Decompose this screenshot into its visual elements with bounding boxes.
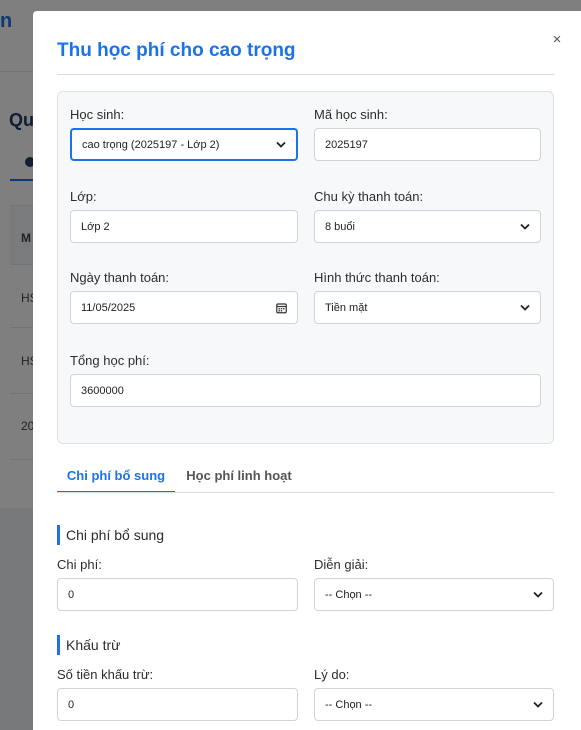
chevron-down-icon (533, 591, 543, 598)
deduction-heading: Khấu trừ (57, 635, 121, 655)
student-info-card: Học sinh: cao trọng (2025197 - Lớp 2) Mã… (57, 91, 554, 444)
payment-cycle-label: Chu kỳ thanh toán: (314, 189, 424, 204)
tabs-divider (57, 492, 554, 493)
chevron-down-icon (520, 304, 530, 311)
modal-title: Thu học phí cho cao trọng (57, 40, 296, 61)
payment-date-value: 11/05/2025 (81, 301, 136, 314)
class-label: Lớp: (70, 189, 97, 204)
calendar-icon[interactable] (276, 302, 287, 313)
reason-value: -- Chọn -- (325, 698, 373, 711)
student-select[interactable]: cao trọng (2025197 - Lớp 2) (70, 128, 298, 161)
tab-flexible-fee[interactable]: Học phí linh hoạt (180, 468, 298, 493)
extra-cost-heading: Chi phí bổ sung (57, 525, 164, 545)
payment-date-label: Ngày thanh toán: (70, 270, 170, 285)
total-fee-input[interactable]: 3600000 (70, 374, 541, 407)
tab-extra-costs[interactable]: Chi phí bổ sung (57, 468, 175, 493)
explanation-value: -- Chọn -- (325, 588, 373, 601)
student-code-label: Mã học sinh: (314, 107, 388, 122)
deduction-amount-label: Số tiền khấu trừ: (57, 667, 154, 682)
modal-header-divider (57, 74, 554, 75)
total-fee-value: 3600000 (81, 384, 124, 397)
class-value: Lớp 2 (81, 220, 110, 233)
chevron-down-icon (533, 701, 543, 708)
payment-date-input[interactable]: 11/05/2025 (70, 291, 298, 324)
cost-value: 0 (68, 588, 75, 601)
close-icon[interactable]: × (549, 31, 565, 49)
deduction-amount-input[interactable]: 0 (57, 688, 298, 721)
student-select-value: cao trọng (2025197 - Lớp 2) (82, 138, 220, 151)
payment-cycle-value: 8 buổi (325, 220, 355, 233)
cost-label: Chi phí: (57, 557, 102, 572)
cost-input[interactable]: 0 (57, 578, 298, 611)
class-input[interactable]: Lớp 2 (70, 210, 298, 243)
payment-method-value: Tiền mặt (325, 301, 368, 314)
student-code-input[interactable]: 2025197 (314, 128, 541, 161)
payment-method-label: Hình thức thanh toán: (314, 270, 440, 285)
explanation-select[interactable]: -- Chọn -- (314, 578, 554, 611)
explanation-label: Diễn giải: (314, 557, 369, 572)
student-code-value: 2025197 (325, 138, 368, 151)
payment-cycle-select[interactable]: 8 buổi (314, 210, 541, 243)
reason-label: Lý do: (314, 667, 350, 682)
chevron-down-icon (520, 223, 530, 230)
deduction-amount-value: 0 (68, 698, 75, 711)
reason-select[interactable]: -- Chọn -- (314, 688, 554, 721)
total-fee-label: Tổng học phí: (70, 353, 150, 368)
payment-method-select[interactable]: Tiền mặt (314, 291, 541, 324)
fee-collection-modal: Thu học phí cho cao trọng × Học sinh: ca… (33, 11, 581, 730)
chevron-down-icon (276, 141, 286, 148)
student-label: Học sinh: (70, 107, 125, 122)
